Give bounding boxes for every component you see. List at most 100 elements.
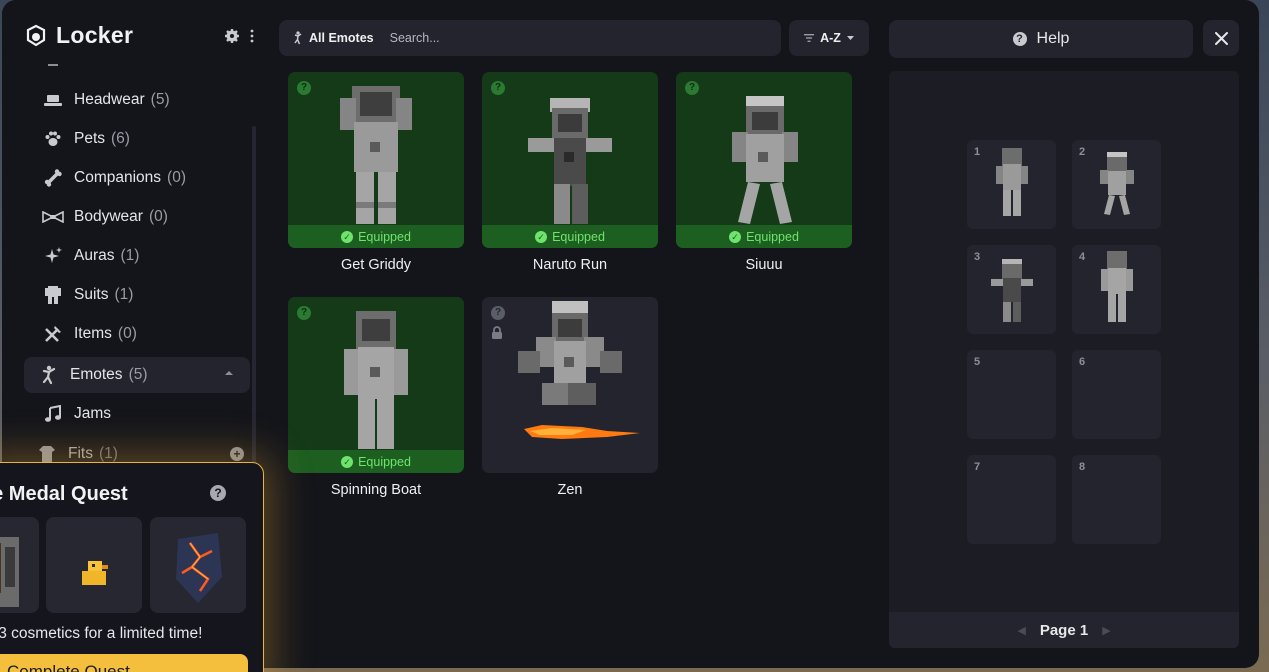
paw-icon (42, 128, 64, 150)
sidebar-scrollbar[interactable] (252, 126, 256, 466)
lava-shield-icon (176, 533, 222, 603)
close-icon (1214, 31, 1228, 45)
emote-card-spinning-boat[interactable]: ? ✓ Equipped (288, 297, 464, 473)
slot-number: 4 (1079, 251, 1086, 263)
sidebar-item-emotes[interactable]: Emotes (5) (24, 357, 250, 393)
help-label: Help (1036, 30, 1070, 47)
medal-quest-popup: ee Medal Quest ? of 3 cosmetics for a li… (0, 462, 264, 672)
add-fit-icon[interactable]: + (230, 447, 244, 461)
gear-icon[interactable] (224, 28, 240, 44)
equipped-badge: ✓ Equipped (482, 225, 658, 248)
suit-icon (42, 284, 64, 306)
chevron-left-icon[interactable]: ◀ (1017, 624, 1025, 637)
sidebar-item-headwear[interactable]: Headwear (5) (24, 82, 250, 118)
sidebar-item-label: Fits (68, 445, 93, 462)
duck-icon (82, 561, 108, 585)
sidebar-item-label: Companions (74, 169, 162, 186)
wheel-slot-1[interactable]: 1 (967, 140, 1056, 229)
slot-number: 1 (974, 146, 981, 158)
help-button[interactable]: ? Help (889, 20, 1193, 58)
slot-number: 3 (974, 251, 981, 263)
sidebar-item-count: (0) (167, 169, 186, 186)
sidebar-item-count: (1) (120, 247, 140, 264)
check-icon: ✓ (729, 230, 742, 243)
wheel-slot-5[interactable]: 5 (967, 350, 1056, 439)
sidebar-item-count: (5) (150, 91, 170, 108)
chevron-right-icon[interactable]: ▶ (1102, 624, 1110, 637)
sidebar-item-count: (1) (114, 286, 134, 303)
chevron-up-icon[interactable] (224, 370, 234, 376)
search-bar: All Emotes (279, 20, 781, 56)
sidebar-item-bodywear[interactable]: Bodywear (0) (24, 199, 250, 235)
wheel-slot-2[interactable]: 2 (1072, 140, 1161, 229)
sidebar-item-label: Headwear (74, 91, 145, 108)
astronaut-figure-icon (996, 148, 1028, 216)
wheel-slot-6[interactable]: 6 (1072, 350, 1161, 439)
sidebar-item-auras[interactable]: Auras (1) (24, 238, 250, 274)
partial-item-divider (48, 64, 58, 66)
emote-wheel-panel: 1 2 3 4 5 6 7 8 (889, 71, 1239, 648)
sidebar-item-label: Suits (74, 286, 109, 303)
sidebar-item-pets[interactable]: Pets (6) (24, 121, 250, 157)
slot-number: 2 (1079, 146, 1086, 158)
page-label: Page 1 (1039, 621, 1089, 639)
sidebar-item-label: Emotes (70, 366, 123, 383)
question-icon: ? (1012, 32, 1027, 46)
equipped-badge: ✓ Equipped (676, 225, 852, 248)
quest-reward-slot-1[interactable] (0, 517, 39, 613)
sidebar-item-count: (0) (117, 325, 137, 342)
equipped-label: Equipped (552, 229, 605, 244)
brand: Locker (24, 22, 133, 49)
question-icon[interactable]: ? (210, 485, 226, 501)
music-note-icon (42, 403, 64, 425)
quest-reward-slot-2[interactable] (46, 517, 142, 613)
astronaut-figure-icon (732, 96, 798, 224)
wheel-slot-7[interactable]: 7 (967, 455, 1056, 544)
sort-button[interactable]: A-Z (789, 20, 869, 56)
equipped-label: Equipped (746, 229, 799, 244)
wheel-slot-8[interactable]: 8 (1072, 455, 1161, 544)
quest-reward-slot-3[interactable] (150, 517, 246, 613)
complete-quest-button[interactable]: Complete Quest (0, 654, 248, 672)
sidebar-item-count: (1) (98, 445, 118, 462)
astronaut-figure-icon (1100, 152, 1134, 215)
slot-number: 6 (1079, 356, 1086, 368)
sidebar-item-count: (6) (111, 130, 130, 147)
sidebar-item-companions[interactable]: Companions (0) (24, 160, 250, 196)
more-vertical-icon[interactable] (248, 28, 256, 44)
emote-card-zen[interactable]: ? (482, 297, 658, 473)
sidebar-item-label: Jams (74, 405, 112, 422)
emote-card-get-griddy[interactable]: ? ✓ Equipped (288, 72, 464, 248)
search-input[interactable] (389, 31, 770, 45)
check-icon: ✓ (341, 455, 354, 468)
emote-name: Zen (557, 482, 583, 498)
close-button[interactable] (1203, 20, 1239, 56)
emote-filter-dropdown[interactable]: All Emotes (279, 31, 374, 45)
equipped-badge: ✓ Equipped (288, 225, 464, 248)
wheel-slot-3[interactable]: 3 (967, 245, 1056, 334)
astronaut-figure-icon (991, 259, 1033, 322)
tools-icon (42, 323, 64, 345)
slot-number: 8 (1079, 461, 1086, 473)
sort-lines-icon (804, 34, 815, 42)
check-icon: ✓ (341, 230, 354, 243)
sidebar-item-jams[interactable]: Jams (24, 396, 250, 432)
sidebar-item-suits[interactable]: Suits (1) (24, 277, 250, 313)
dancer-icon (294, 31, 302, 45)
sidebar-item-count: (5) (128, 366, 148, 383)
emote-name: Spinning Boat (330, 482, 422, 498)
equipped-label: Equipped (358, 229, 411, 244)
emote-name: Naruto Run (532, 257, 608, 273)
astronaut-figure-icon (1101, 251, 1133, 322)
wheel-slot-4[interactable]: 4 (1072, 245, 1161, 334)
check-icon: ✓ (535, 230, 548, 243)
quest-description: of 3 cosmetics for a limited time! (0, 625, 203, 642)
emote-name: Siuuu (745, 257, 783, 273)
emote-card-naruto-run[interactable]: ? ✓ Equipped (482, 72, 658, 248)
wheel-pagination: ◀ Page 1 ▶ (889, 612, 1239, 648)
quest-title: ee Medal Quest (0, 483, 128, 505)
dancer-icon (38, 364, 60, 386)
astronaut-figure-icon (344, 311, 408, 449)
sidebar-item-items[interactable]: Items (0) (24, 316, 250, 352)
emote-card-siuuu[interactable]: ? ✓ Equipped (676, 72, 852, 248)
